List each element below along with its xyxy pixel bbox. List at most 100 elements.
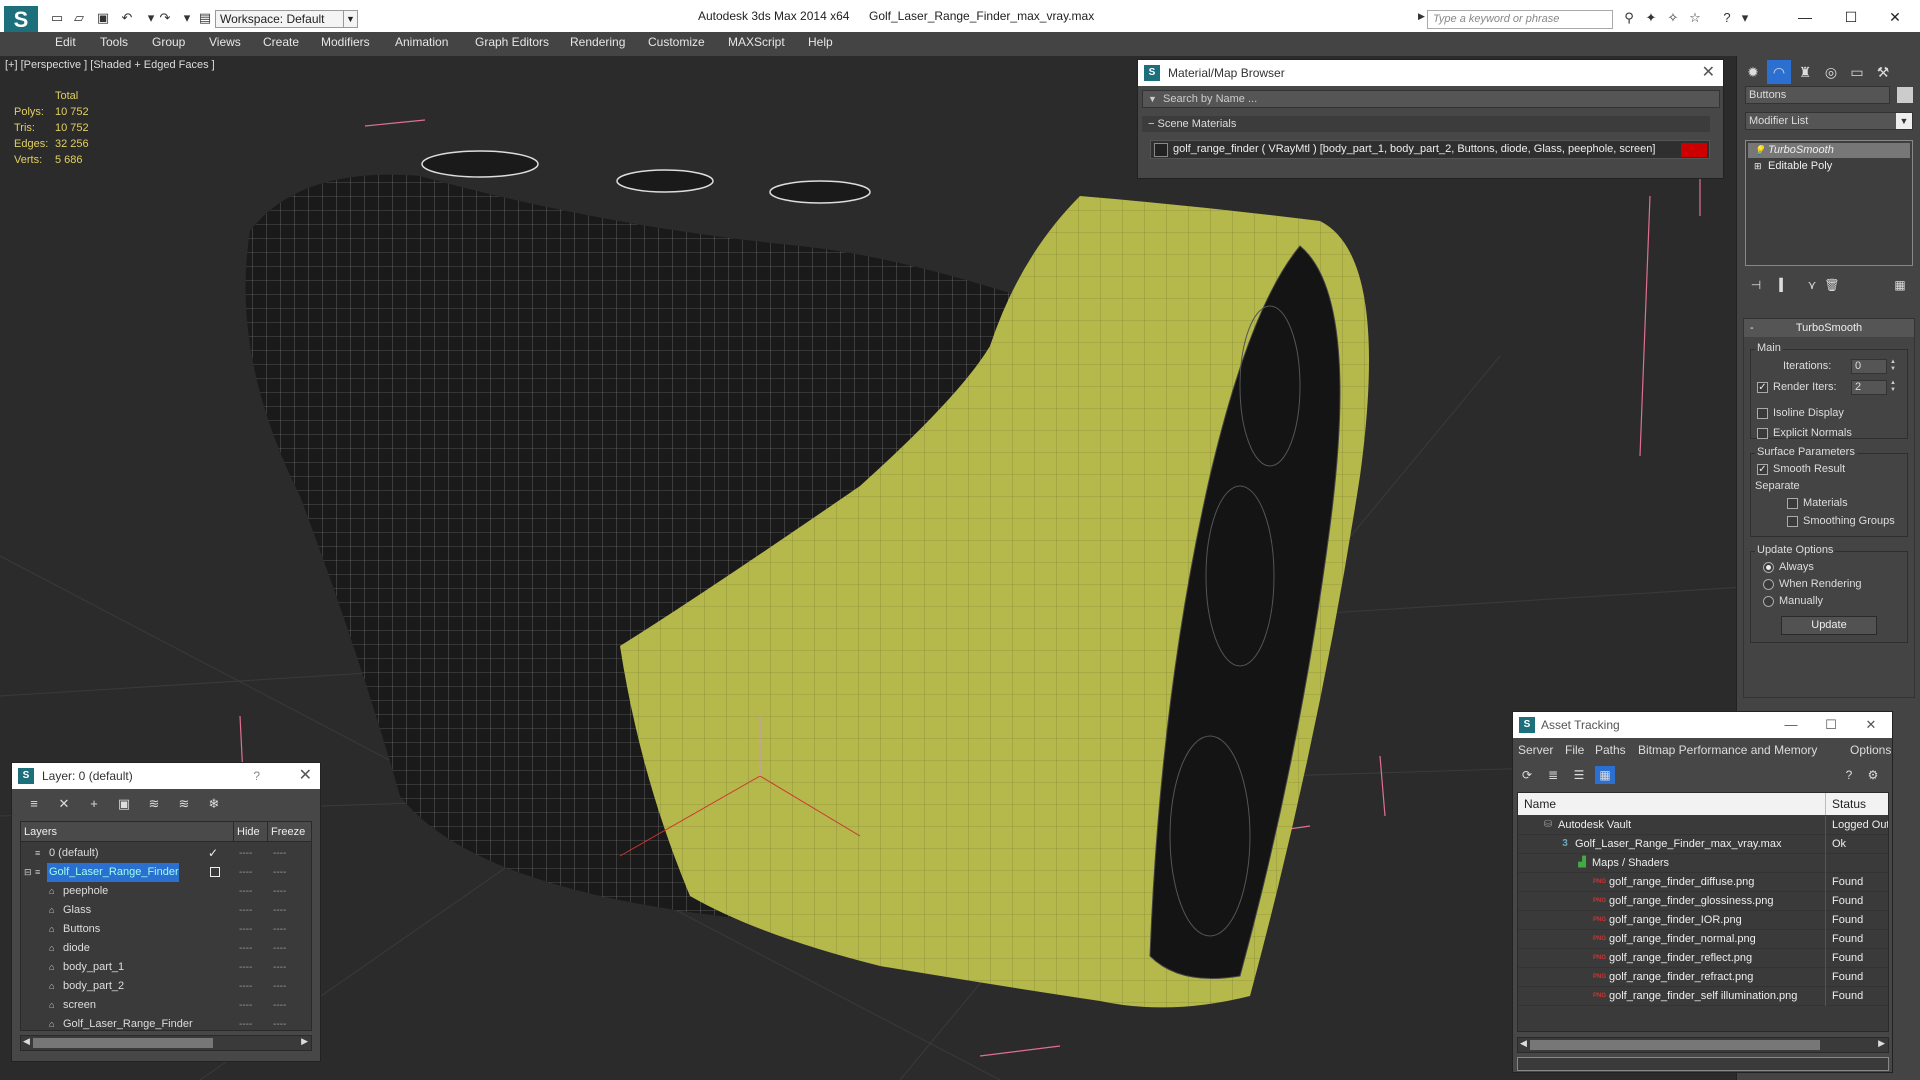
scroll-right-icon[interactable]: ▶ — [1878, 1038, 1885, 1049]
hierarchy-tab-icon[interactable]: ♜ — [1793, 60, 1817, 84]
asset-row[interactable]: PNG golf_range_finder_normal.png Found — [1518, 930, 1888, 949]
scrollbar-thumb[interactable] — [33, 1038, 213, 1048]
subscription-icon[interactable]: ✦ — [1642, 10, 1660, 26]
scroll-right-icon[interactable]: ▶ — [301, 1036, 308, 1047]
minimize-button[interactable]: — — [1790, 6, 1820, 28]
remove-modifier-icon[interactable]: 🗑 — [1823, 276, 1841, 294]
hide-toggle[interactable]: ---- — [239, 1015, 252, 1034]
freeze-toggle[interactable]: ---- — [273, 882, 286, 901]
maximize-button[interactable]: ☐ — [1836, 6, 1866, 28]
configure-sets-icon[interactable]: ▦ — [1891, 276, 1909, 294]
layer-panel-titlebar[interactable]: S Layer: 0 (default) ? ✕ — [12, 763, 320, 789]
asset-row[interactable]: ▟ Maps / Shaders — [1518, 854, 1888, 873]
redo-icon[interactable]: ↷ — [156, 10, 174, 26]
collapse-icon[interactable]: ⊟ — [24, 867, 34, 877]
hide-toggle[interactable]: ---- — [239, 958, 252, 977]
column-hide[interactable]: Hide — [233, 822, 267, 842]
hide-toggle[interactable]: ---- — [239, 920, 252, 939]
active-layer-check-icon[interactable]: ✓ — [208, 844, 218, 863]
menu-modifiers[interactable]: Modifiers — [321, 35, 370, 49]
hide-toggle[interactable]: ---- — [239, 939, 252, 958]
close-button[interactable]: ✕ — [1851, 712, 1891, 738]
tree-view-icon[interactable]: ☰ — [1569, 766, 1589, 784]
separate-smoothing-groups-checkbox[interactable] — [1787, 516, 1798, 527]
modifier-list-dropdown[interactable]: Modifier List ▼ — [1745, 112, 1913, 130]
settings-icon[interactable]: ⚙ — [1863, 766, 1883, 784]
asset-row[interactable]: ⛁ Autodesk Vault Logged Out — [1518, 816, 1888, 835]
column-freeze[interactable]: Freeze — [267, 822, 311, 842]
help-icon[interactable]: ? — [1839, 766, 1859, 784]
scrollbar-thumb[interactable] — [1530, 1040, 1820, 1050]
menu-graph-editors[interactable]: Graph Editors — [475, 35, 549, 49]
update-manually-radio[interactable] — [1763, 596, 1774, 607]
object-name-field[interactable]: Buttons — [1745, 86, 1890, 104]
make-unique-icon[interactable]: ⋎ — [1803, 276, 1821, 294]
freeze-toggle[interactable]: ---- — [273, 844, 286, 863]
asset-row[interactable]: PNG golf_range_finder_diffuse.png Found — [1518, 873, 1888, 892]
list-view-icon[interactable]: ≣ — [1543, 766, 1563, 784]
update-when-rendering-radio[interactable] — [1763, 579, 1774, 590]
hide-toggle[interactable]: ---- — [239, 996, 252, 1015]
close-icon[interactable]: ✕ — [1702, 60, 1715, 86]
material-search-input[interactable]: ▼ Search by Name ... — [1142, 90, 1720, 108]
keyword-search-input[interactable]: Type a keyword or phrase — [1427, 10, 1613, 29]
show-end-result-icon[interactable]: ▍ — [1775, 276, 1793, 294]
menu-maxscript[interactable]: MAXScript — [728, 35, 785, 49]
freeze-toggle[interactable]: ---- — [273, 1015, 286, 1034]
close-button[interactable]: ✕ — [1880, 6, 1910, 28]
menu-edit[interactable]: Edit — [55, 35, 76, 49]
add-to-layer-icon[interactable]: + — [84, 795, 104, 813]
asset-row[interactable]: 3 Golf_Laser_Range_Finder_max_vray.max Ok — [1518, 835, 1888, 854]
asset-menu-paths[interactable]: Paths — [1595, 743, 1626, 757]
column-status[interactable]: Status — [1825, 793, 1866, 815]
menu-views[interactable]: Views — [209, 35, 241, 49]
utilities-tab-icon[interactable]: ⚒ — [1871, 60, 1895, 84]
scene-materials-group[interactable]: − Scene Materials — [1142, 116, 1710, 132]
asset-row[interactable]: PNG golf_range_finder_refract.png Found — [1518, 968, 1888, 987]
layer-row[interactable]: ≡ 0 (default) ✓ ---- ---- — [21, 844, 311, 863]
scroll-left-icon[interactable]: ◀ — [1520, 1038, 1527, 1049]
table-view-icon[interactable]: ▦ — [1595, 766, 1615, 784]
iterations-spinner[interactable]: 0 — [1851, 359, 1887, 374]
asset-row[interactable]: PNG golf_range_finder_self illumination.p… — [1518, 987, 1888, 1006]
object-color-swatch[interactable] — [1897, 87, 1913, 103]
smooth-result-checkbox[interactable]: ✓ — [1757, 464, 1768, 475]
menu-group[interactable]: Group — [152, 35, 185, 49]
layer-row[interactable]: ⌂ Golf_Laser_Range_Finder ---- ---- — [21, 1015, 311, 1034]
create-layer-icon[interactable]: ≡ — [24, 795, 44, 813]
explicit-normals-checkbox[interactable] — [1757, 428, 1768, 439]
display-tab-icon[interactable]: ▭ — [1845, 60, 1869, 84]
menu-tools[interactable]: Tools — [100, 35, 128, 49]
save-file-icon[interactable]: ▣ — [94, 10, 112, 26]
layer-row[interactable]: ⌂ Glass ---- ---- — [21, 901, 311, 920]
close-icon[interactable]: ✕ — [299, 763, 312, 789]
menu-create[interactable]: Create — [263, 35, 299, 49]
menu-customize[interactable]: Customize — [648, 35, 705, 49]
layer-row[interactable]: ⌂ body_part_1 ---- ---- — [21, 958, 311, 977]
lightbulb-icon[interactable]: 💡 — [1754, 145, 1765, 155]
column-name[interactable]: Name — [1524, 793, 1556, 815]
communication-center-icon[interactable]: ✧ — [1664, 10, 1682, 26]
asset-menu-server[interactable]: Server — [1518, 743, 1553, 757]
layer-horizontal-scrollbar[interactable]: ◀ ▶ — [20, 1035, 312, 1051]
freeze-toggle[interactable]: ---- — [273, 901, 286, 920]
spinner-arrows-icon[interactable]: ▲ ▼ — [1889, 380, 1897, 395]
open-file-icon[interactable]: ▱ — [70, 10, 88, 26]
asset-menu-file[interactable]: File — [1565, 743, 1584, 757]
update-always-radio[interactable] — [1763, 562, 1774, 573]
help-icon[interactable]: ? — [1718, 10, 1736, 26]
update-button[interactable]: Update — [1781, 616, 1877, 635]
menu-animation[interactable]: Animation — [395, 35, 448, 49]
hide-toggle[interactable]: ---- — [239, 882, 252, 901]
binoculars-icon[interactable]: ⚲ — [1620, 10, 1638, 26]
redo-dropdown-icon[interactable]: ▾ — [178, 10, 196, 26]
turbosmooth-rollout-header[interactable]: - TurboSmooth — [1744, 319, 1914, 337]
help-icon[interactable]: ? — [253, 763, 260, 789]
menu-help[interactable]: Help — [808, 35, 833, 49]
material-entry[interactable]: golf_range_finder ( VRayMtl ) [body_part… — [1150, 140, 1710, 159]
isoline-display-checkbox[interactable] — [1757, 408, 1768, 419]
render-iters-spinner[interactable]: 2 — [1851, 380, 1887, 395]
undo-icon[interactable]: ↶ — [118, 10, 136, 26]
layer-row[interactable]: ⌂ peephole ---- ---- — [21, 882, 311, 901]
hide-toggle[interactable]: ---- — [239, 844, 252, 863]
